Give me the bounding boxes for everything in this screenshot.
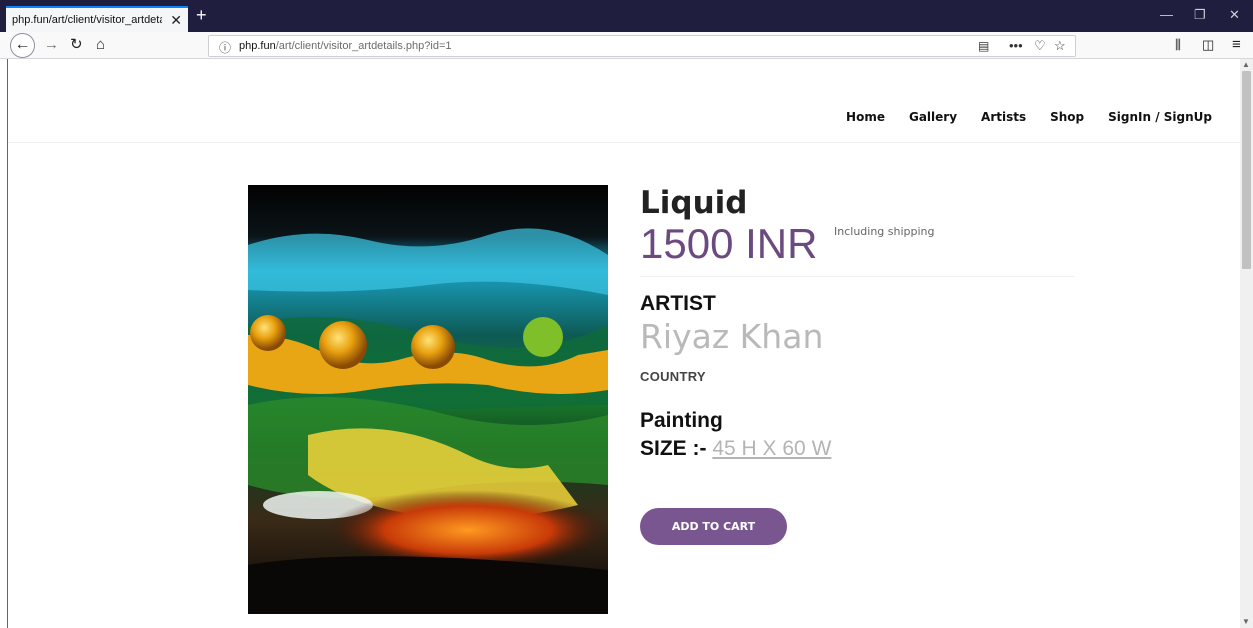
window-close-icon[interactable]: ✕ [1229, 8, 1240, 22]
url-text: php.fun/art/client/visitor_artdetails.ph… [239, 40, 452, 52]
url-path: /art/client/visitor_artdetails.php?id=1 [275, 40, 452, 52]
window-edge [7, 59, 8, 628]
back-arrow-icon[interactable]: ← [10, 33, 35, 58]
artwork-title: Liquid [640, 185, 748, 221]
restore-icon[interactable]: ❐ [1194, 8, 1206, 22]
nav-signin-signup[interactable]: SignIn / SignUp [1108, 110, 1212, 124]
pocket-icon[interactable]: ♡ [1034, 38, 1046, 54]
tab-strip: php.fun/art/client/visitor_artdetails. ✕… [0, 0, 1253, 32]
page-scrollbar[interactable]: ▲ ▼ [1240, 59, 1253, 628]
forward-arrow-icon[interactable]: → [44, 36, 59, 54]
more-icon[interactable]: ••• [1009, 38, 1023, 54]
star-icon[interactable]: ☆ [1054, 38, 1066, 54]
hamburger-menu-icon[interactable]: ≡ [1232, 36, 1241, 54]
home-icon[interactable]: ⌂ [96, 36, 105, 54]
url-bar[interactable]: ⓘ php.fun/art/client/visitor_artdetails.… [208, 35, 1076, 57]
tab-close-icon[interactable]: ✕ [170, 13, 182, 27]
artist-name: Riyaz Khan [640, 317, 824, 356]
size-row: SIZE :- 45 H X 60 W [640, 437, 831, 461]
artwork-image [248, 185, 608, 614]
scroll-thumb[interactable] [1242, 71, 1251, 269]
new-tab-icon[interactable]: + [196, 6, 207, 24]
artwork-price: 1500 INR [640, 220, 818, 267]
url-host: php.fun [239, 40, 276, 52]
site-header: Home Gallery Artists Shop SignIn / SignU… [8, 59, 1240, 143]
nav-gallery[interactable]: Gallery [909, 110, 957, 124]
library-icon[interactable]: ⫼ [1175, 36, 1181, 54]
size-label: SIZE :- [640, 437, 707, 460]
nav-home[interactable]: Home [846, 110, 885, 124]
scroll-up-icon[interactable]: ▲ [1242, 60, 1250, 69]
size-value: 45 H X 60 W [712, 437, 832, 460]
country-label: COUNTRY [640, 369, 706, 384]
artist-label: ARTIST [640, 292, 716, 315]
divider [640, 276, 1074, 277]
scroll-down-icon[interactable]: ▼ [1242, 617, 1250, 626]
browser-tab[interactable]: php.fun/art/client/visitor_artdetails. ✕ [6, 6, 188, 32]
browser-toolbar: ← → ↻ ⌂ ⓘ php.fun/art/client/visitor_art… [0, 32, 1253, 59]
info-icon[interactable]: ⓘ [219, 39, 231, 56]
main-menu: Home Gallery Artists Shop SignIn / SignU… [846, 110, 1212, 124]
add-to-cart-button[interactable]: ADD TO CART [640, 508, 787, 545]
minimize-icon[interactable]: — [1160, 8, 1173, 22]
tab-title: php.fun/art/client/visitor_artdetails. [12, 14, 162, 26]
reload-icon[interactable]: ↻ [70, 36, 83, 54]
nav-artists[interactable]: Artists [981, 110, 1026, 124]
sidebar-icon[interactable]: ◫ [1202, 36, 1214, 54]
shipping-note: Including shipping [834, 225, 935, 238]
reader-view-icon[interactable]: ▤ [978, 38, 989, 54]
nav-shop[interactable]: Shop [1050, 110, 1084, 124]
artwork-category: Painting [640, 409, 723, 432]
